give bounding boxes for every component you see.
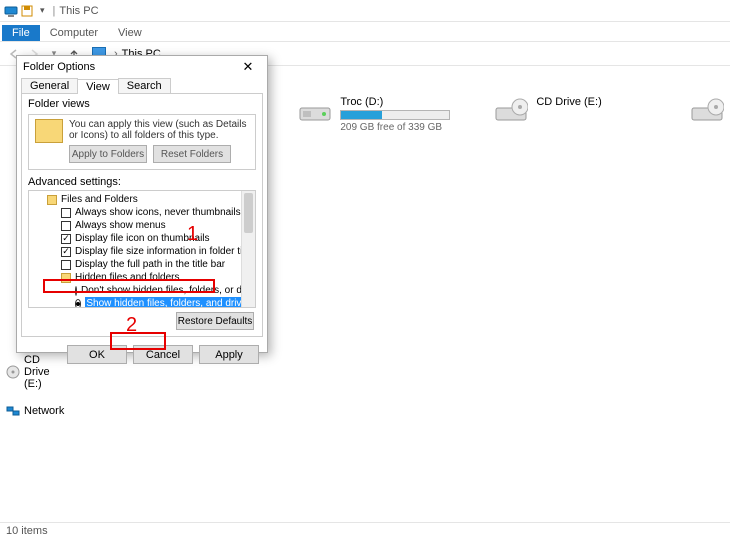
sidebar-item-network[interactable]: Network <box>6 404 64 418</box>
opt-file-size-tips[interactable]: ✓Display file size information in folder… <box>31 245 253 258</box>
folder-views-box: You can apply this view (such as Details… <box>28 114 256 170</box>
dialog-actions: OK Cancel Apply <box>17 341 267 368</box>
drive-troc[interactable]: Troc (D:) 209 GB free of 339 GB <box>298 96 448 133</box>
advanced-settings-box: Files and Folders Always show icons, nev… <box>28 190 256 308</box>
annotation-label-1: 1 <box>187 223 198 246</box>
group-legend: Folder views <box>28 98 90 110</box>
annotation-label-2: 2 <box>126 314 137 337</box>
tab-file[interactable]: File <box>2 25 40 41</box>
opt-show-hidden[interactable]: Show hidden files, folders, and drives <box>31 297 253 308</box>
tree-root: Files and Folders <box>31 193 253 206</box>
save-small-icon[interactable] <box>20 4 34 18</box>
opt-always-menus[interactable]: Always show menus <box>31 219 253 232</box>
opt-dont-show-hidden[interactable]: Don't show hidden files, folders, or dri… <box>31 284 253 297</box>
folder-views-text: You can apply this view (such as Details… <box>69 119 249 141</box>
restore-defaults-button[interactable]: Restore Defaults <box>176 312 254 330</box>
drive-usage-bar <box>340 110 450 120</box>
drive-dvdrw[interactable]: DVD RW Drive (G:) <box>690 96 730 133</box>
drive-name: Troc (D:) <box>340 96 450 108</box>
status-text: 10 items <box>6 525 48 537</box>
tab-computer[interactable]: Computer <box>40 25 108 41</box>
titlebar-sep: | <box>53 5 56 17</box>
advanced-settings-tree[interactable]: Files and Folders Always show icons, nev… <box>29 191 255 308</box>
reset-folders-button[interactable]: Reset Folders <box>153 145 231 163</box>
close-icon[interactable]: ✕ <box>235 59 261 75</box>
opt-always-icons[interactable]: Always show icons, never thumbnails <box>31 206 253 219</box>
opt-full-path-title[interactable]: Display the full path in the title bar <box>31 258 253 271</box>
opt-hidden-group: Hidden files and folders <box>31 271 253 284</box>
dialog-titlebar: Folder Options ✕ <box>17 56 267 78</box>
scrollbar-thumb[interactable] <box>244 193 253 233</box>
apply-button[interactable]: Apply <box>199 345 259 364</box>
cancel-button[interactable]: Cancel <box>133 345 193 364</box>
tab-general[interactable]: General <box>21 78 78 93</box>
sidebar-item-label: Network <box>24 405 64 417</box>
opt-file-icon-thumbs[interactable]: ✓Display file icon on thumbnails <box>31 232 253 245</box>
tab-view[interactable]: View <box>108 25 152 41</box>
status-bar: 10 items <box>0 522 730 540</box>
ribbon-tabs: File Computer View <box>0 22 730 42</box>
pc-small-icon <box>4 4 18 18</box>
dialog-tabs: General View Search <box>17 78 267 93</box>
drive-sub: 209 GB free of 339 GB <box>340 122 450 133</box>
titlebar-title: This PC <box>59 5 98 17</box>
advanced-settings-label: Advanced settings: <box>28 176 256 188</box>
drive-name: CD Drive (E:) <box>536 96 644 108</box>
tab-search[interactable]: Search <box>118 78 171 93</box>
drive-cddrive[interactable]: CD Drive (E:) <box>494 96 644 133</box>
tree-scrollbar[interactable] <box>241 191 255 307</box>
hdd-icon <box>298 96 332 124</box>
dialog-title: Folder Options <box>23 61 95 73</box>
network-icon <box>6 404 20 418</box>
tab-view[interactable]: View <box>77 79 119 94</box>
dropdown-chevron-icon[interactable]: ▾ <box>40 5 45 16</box>
folder-views-group: Folder views You can apply this view (su… <box>28 98 256 170</box>
folder-views-icon <box>35 119 63 143</box>
titlebar: ▾ | This PC <box>0 0 730 22</box>
folder-options-dialog: Folder Options ✕ General View Search Fol… <box>16 55 268 353</box>
dialog-body: Folder views You can apply this view (su… <box>21 93 263 337</box>
drives-row: Troc (D:) 209 GB free of 339 GB CD Drive… <box>298 96 730 133</box>
dvd-drive-icon <box>690 96 724 124</box>
cd-drive-icon <box>494 96 528 124</box>
apply-to-folders-button[interactable]: Apply to Folders <box>69 145 147 163</box>
ok-button[interactable]: OK <box>67 345 127 364</box>
